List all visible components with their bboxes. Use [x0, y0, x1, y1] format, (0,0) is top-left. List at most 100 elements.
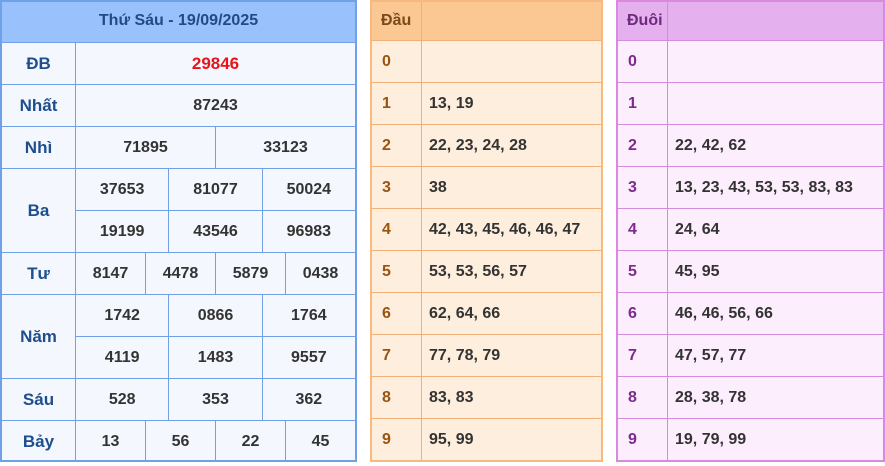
prize-subrow: 13 56 22 45 — [76, 421, 355, 462]
tail-digit-key: 5 — [618, 251, 668, 292]
head-digit-key: 0 — [372, 41, 422, 82]
tail-digit-values: 13, 23, 43, 53, 53, 83, 83 — [675, 178, 853, 196]
special-prize-number: 29846 — [191, 53, 240, 73]
prize-number: 8147 — [92, 264, 129, 282]
head-digit-row: 1 13, 19 — [372, 82, 601, 124]
prize-number: 0438 — [285, 253, 355, 294]
tail-digit-values — [668, 41, 883, 82]
prize-row: ĐB 29846 — [2, 42, 355, 84]
head-digit-values: 22, 23, 24, 28 — [429, 136, 527, 154]
head-digit-row: 9 95, 99 — [372, 418, 601, 460]
prize-number: 96983 — [261, 211, 355, 252]
head-digit-key: 8 — [372, 377, 422, 418]
prize-subrow: 19199 43546 96983 — [76, 210, 355, 252]
prize-rows: ĐB 29846 Nhất 87243 Nhì 71895 33123 Ba 37653 8107… — [2, 42, 355, 462]
head-digit-values: 38 — [429, 178, 447, 196]
prize-subrow: 37653 81077 50024 — [76, 169, 355, 210]
tail-digit-values: 22, 42, 62 — [675, 136, 747, 154]
tail-digit-key: 6 — [618, 293, 668, 334]
tail-digit-key: 4 — [618, 209, 668, 250]
head-digit-values: 95, 99 — [429, 430, 474, 448]
prize-subrow: 29846 — [76, 43, 355, 84]
head-digit-key: 4 — [372, 209, 422, 250]
head-digit-key: 5 — [372, 251, 422, 292]
tail-digit-key: 2 — [618, 125, 668, 166]
tail-digit-table: Đuôi 0 1 2 22, 42, 62 3 13, 23, 43, 53, 53, 8… — [616, 0, 885, 462]
prize-row: Nhất 87243 — [2, 84, 355, 126]
prize-number: 81077 — [168, 169, 261, 210]
prize-values: 71895 33123 — [76, 127, 355, 168]
prize-values: 29846 — [76, 43, 355, 84]
head-digit-row: 6 62, 64, 66 — [372, 292, 601, 334]
tail-digit-row: 1 — [618, 82, 883, 124]
head-digit-key: 7 — [372, 335, 422, 376]
tail-digit-key: 0 — [618, 41, 668, 82]
prize-number: 22 — [215, 421, 285, 462]
tail-digit-key: 7 — [618, 335, 668, 376]
tail-digit-values: 46, 46, 56, 66 — [675, 304, 773, 322]
prize-number: 71895 — [123, 138, 168, 156]
prize-number: 9557 — [261, 337, 355, 378]
head-digit-header: Đầu — [372, 2, 601, 40]
head-digit-key: 2 — [372, 125, 422, 166]
prize-number: 13 — [101, 432, 120, 450]
prize-label: Sáu — [2, 379, 76, 420]
tail-digit-values — [668, 83, 883, 124]
prize-number: 5879 — [215, 253, 285, 294]
tail-digit-values: 24, 64 — [675, 220, 720, 238]
tail-digit-row: 7 47, 57, 77 — [618, 334, 883, 376]
head-digit-row: 3 38 — [372, 166, 601, 208]
prize-values: 13 56 22 45 — [76, 421, 355, 462]
prize-number: 1483 — [168, 337, 261, 378]
head-digit-values: 42, 43, 45, 46, 46, 47 — [429, 220, 581, 238]
head-digit-header-label: Đầu — [372, 2, 422, 40]
prize-number: 56 — [145, 421, 215, 462]
prize-number: 50024 — [261, 169, 355, 210]
prize-label: Bảy — [2, 421, 76, 462]
tail-digit-values: 19, 79, 99 — [675, 430, 747, 448]
prize-values: 37653 81077 50024 19199 43546 96983 — [76, 169, 355, 252]
prize-subrow: 71895 33123 — [76, 127, 355, 168]
prize-label: ĐB — [2, 43, 76, 84]
prize-values: 1742 0866 1764 4119 1483 9557 — [76, 295, 355, 378]
tail-digit-row: 8 28, 38, 78 — [618, 376, 883, 418]
head-digit-key: 3 — [372, 167, 422, 208]
head-digit-values: 83, 83 — [429, 388, 474, 406]
tail-digit-key: 9 — [618, 419, 668, 460]
tail-digit-key: 1 — [618, 83, 668, 124]
head-digit-key: 9 — [372, 419, 422, 460]
tail-digit-values: 45, 95 — [675, 262, 720, 280]
prize-number: 45 — [285, 421, 355, 462]
tail-digit-row: 4 24, 64 — [618, 208, 883, 250]
tail-digit-row: 9 19, 79, 99 — [618, 418, 883, 460]
head-digit-row: 2 22, 23, 24, 28 — [372, 124, 601, 166]
tail-digit-row: 2 22, 42, 62 — [618, 124, 883, 166]
prize-subrow: 528 353 362 — [76, 379, 355, 420]
prize-number: 528 — [108, 390, 136, 408]
head-digit-values — [422, 41, 601, 82]
head-digit-table: Đầu 0 1 13, 19 2 22, 23, 24, 28 3 38 4 42, 43, 4… — [370, 0, 603, 462]
tail-digit-row: 5 45, 95 — [618, 250, 883, 292]
results-title: Thứ Sáu - 19/09/2025 — [2, 2, 355, 42]
head-digit-key: 1 — [372, 83, 422, 124]
tail-digit-header: Đuôi — [618, 2, 883, 40]
prize-values: 87243 — [76, 85, 355, 126]
prize-row: Năm 1742 0866 1764 4119 1483 9557 — [2, 294, 355, 378]
tail-digit-values: 28, 38, 78 — [675, 388, 747, 406]
head-digit-row: 8 83, 83 — [372, 376, 601, 418]
tail-digit-row: 0 — [618, 40, 883, 82]
prize-number: 362 — [261, 379, 355, 420]
prize-values: 528 353 362 — [76, 379, 355, 420]
prize-label: Nhất — [2, 85, 76, 126]
prize-number: 4478 — [145, 253, 215, 294]
head-digit-row: 4 42, 43, 45, 46, 46, 47 — [372, 208, 601, 250]
prize-number: 0866 — [168, 295, 261, 336]
tail-digit-rows: 0 1 2 22, 42, 62 3 13, 23, 43, 53, 53, 83, 83… — [618, 40, 883, 460]
prize-number: 87243 — [193, 96, 238, 114]
prize-number: 33123 — [215, 127, 355, 168]
prize-row: Nhì 71895 33123 — [2, 126, 355, 168]
prize-number: 353 — [168, 379, 261, 420]
prize-subrow: 1742 0866 1764 — [76, 295, 355, 336]
tail-digit-key: 8 — [618, 377, 668, 418]
head-digit-values: 53, 53, 56, 57 — [429, 262, 527, 280]
